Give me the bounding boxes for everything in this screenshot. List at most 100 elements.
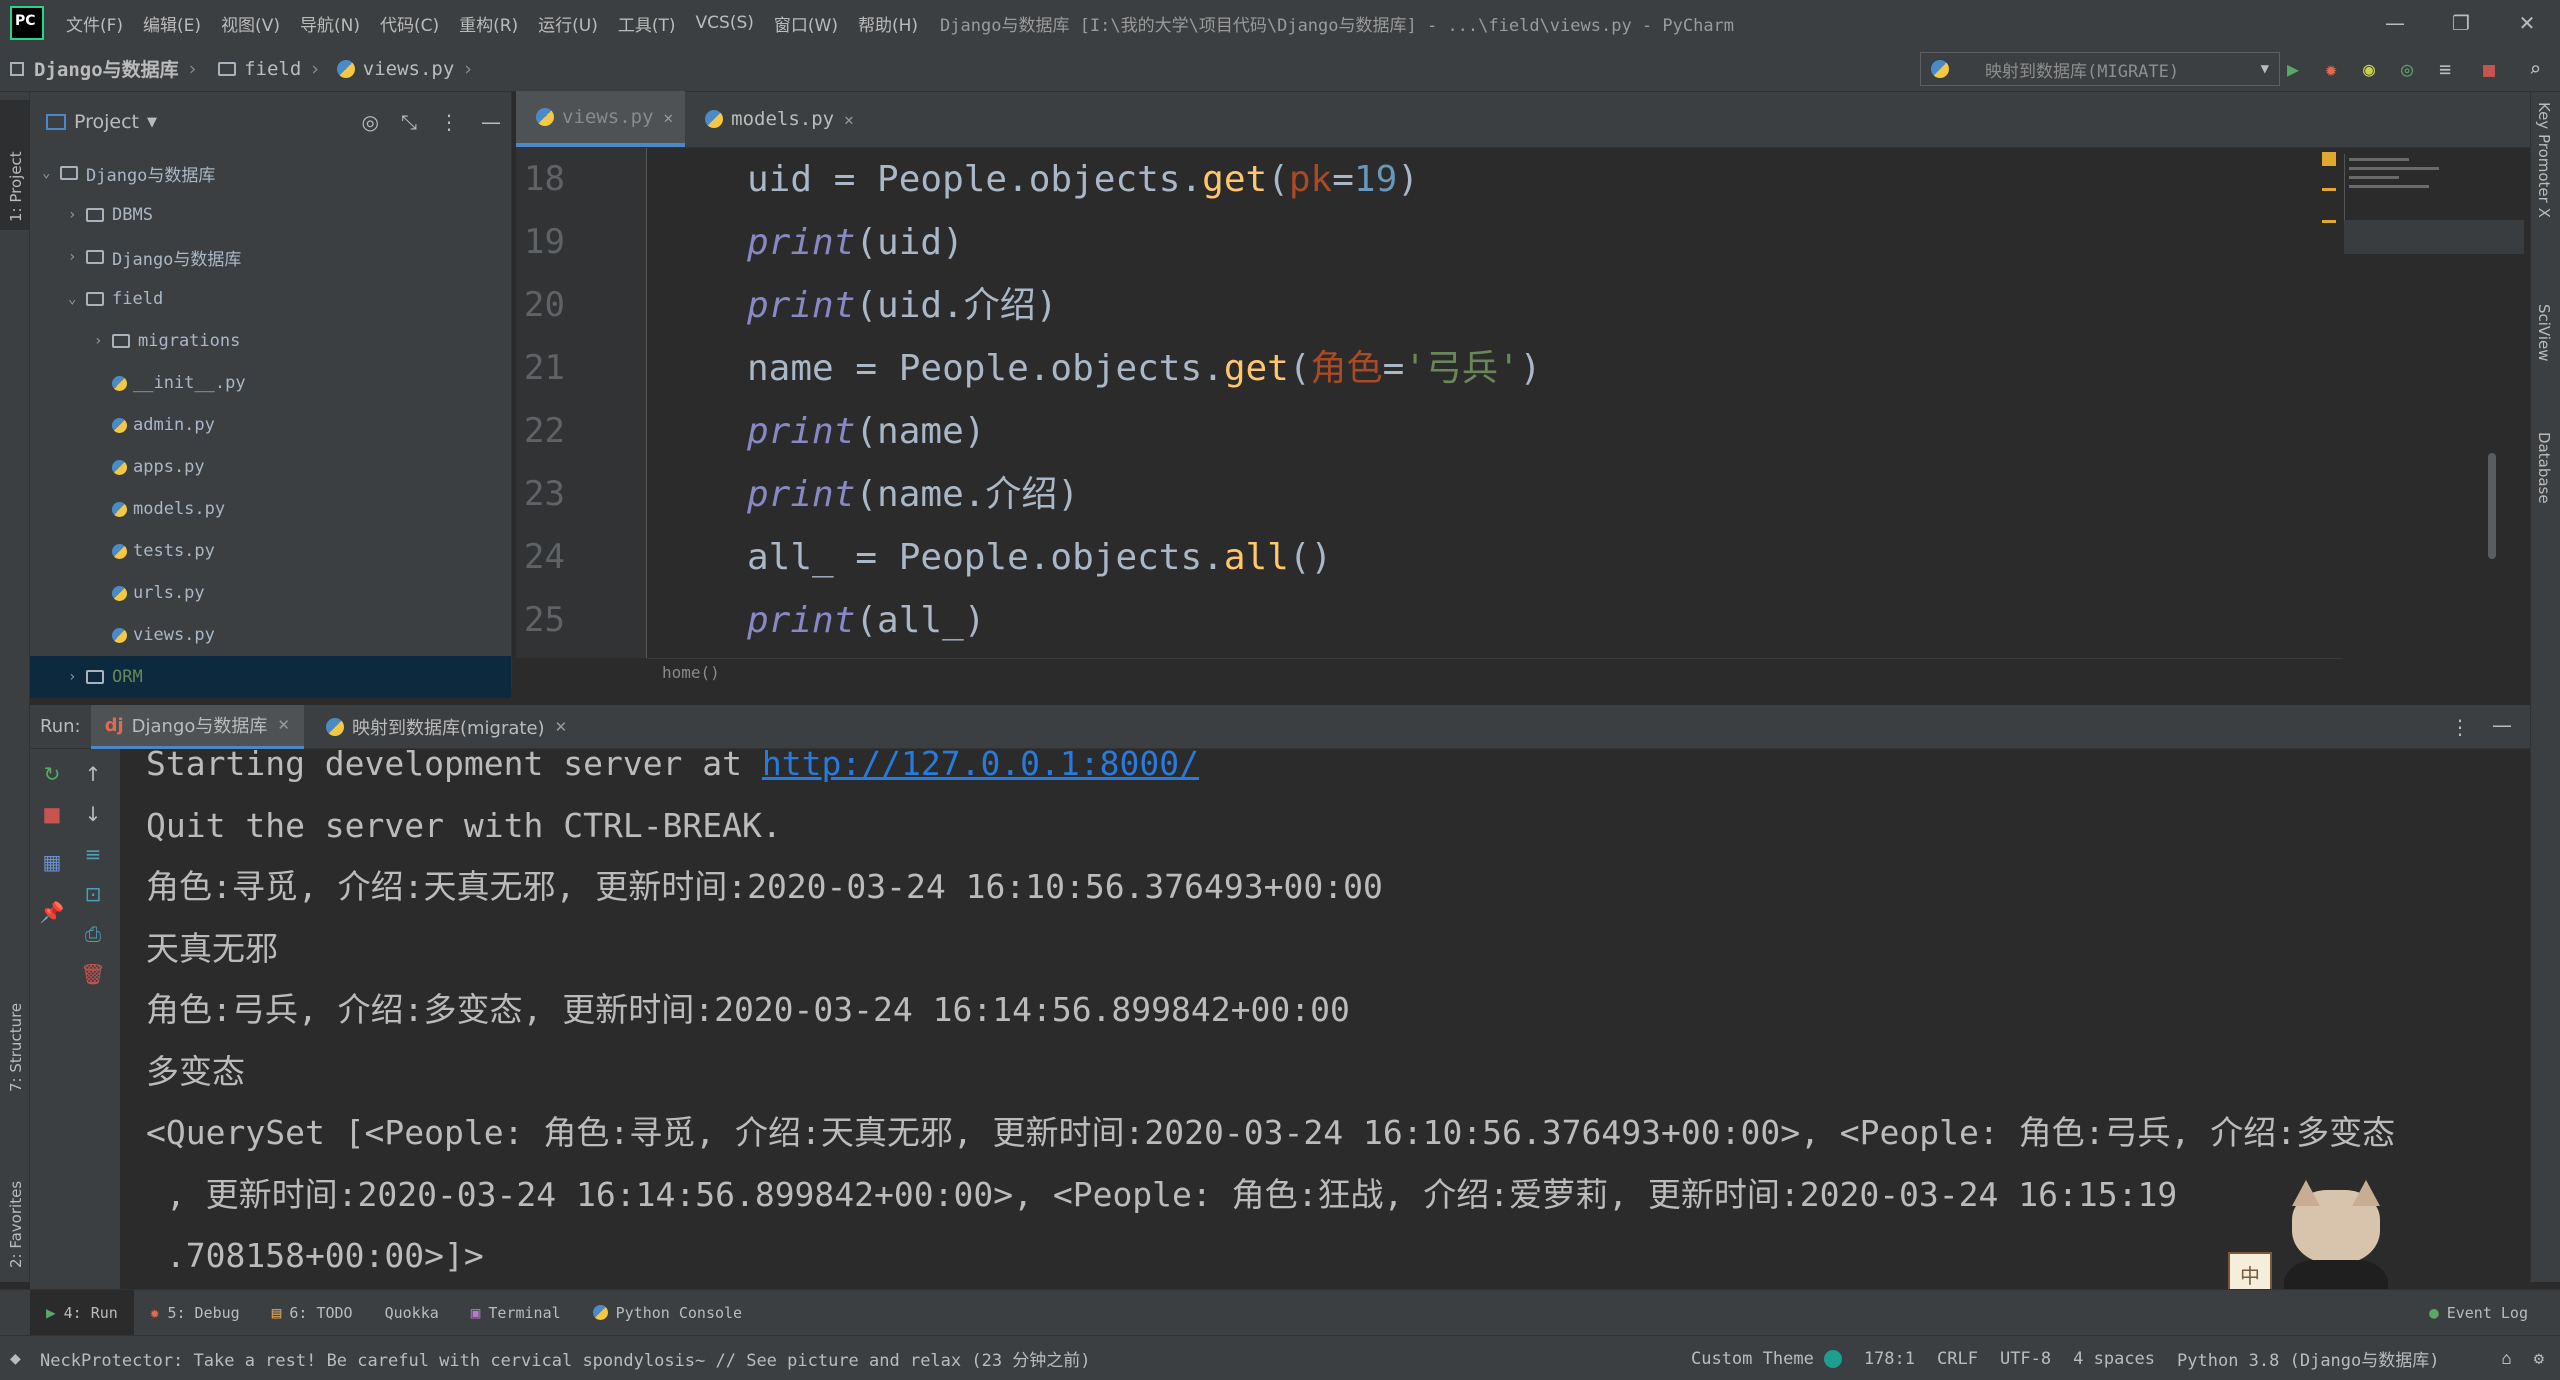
close-tab-icon[interactable]: ✕ [844, 110, 854, 129]
code-minimap[interactable] [2318, 148, 2530, 658]
stop-icon[interactable]: ■ [39, 801, 65, 827]
menu-view[interactable]: 视图(V) [211, 11, 290, 36]
soft-wrap-icon[interactable]: ≡ [80, 841, 106, 867]
editor-scrollbar[interactable] [2488, 453, 2496, 559]
chevron-right-icon[interactable]: › [94, 333, 110, 349]
clear-all-icon[interactable]: 🗑 [80, 961, 106, 987]
hide-panel-icon[interactable]: — [2492, 713, 2512, 737]
menu-tools[interactable]: 工具(T) [608, 11, 686, 36]
menu-navigate[interactable]: 导航(N) [290, 11, 370, 36]
tree-item[interactable]: ⌄ field [30, 278, 511, 320]
build-icon[interactable]: ≡ [2432, 56, 2458, 82]
tree-item[interactable]: › DBMS [30, 194, 511, 236]
python-console-tool-button[interactable]: Python Console [577, 1290, 758, 1336]
breadcrumb-folder[interactable]: field [244, 58, 301, 80]
hide-panel-icon[interactable]: — [481, 110, 501, 134]
tree-item[interactable]: › Django与数据库 [30, 236, 511, 278]
close-tab-icon[interactable]: ✕ [277, 716, 290, 734]
file-encoding[interactable]: UTF-8 [2000, 1349, 2051, 1369]
notifications-icon[interactable]: ⚙ [2534, 1349, 2544, 1369]
close-tab-icon[interactable]: ✕ [555, 718, 568, 736]
chevron-down-icon[interactable]: ⌄ [42, 165, 58, 181]
run-console-output[interactable]: Starting development server at http://12… [120, 749, 2530, 1289]
collapse-all-icon[interactable]: ⤡ [401, 110, 417, 134]
code-line[interactable]: print(name) [647, 400, 2326, 463]
search-icon[interactable]: ⌕ [2522, 56, 2548, 82]
scroll-to-end-icon[interactable]: ⊡ [80, 881, 106, 907]
coverage-icon[interactable]: ◉ [2356, 56, 2382, 82]
restore-button[interactable]: ❐ [2428, 0, 2494, 46]
tree-item[interactable]: ⌄ Django与数据库 [30, 152, 511, 194]
tree-item[interactable]: tests.py [30, 530, 511, 572]
close-tab-icon[interactable]: ✕ [664, 108, 674, 127]
chevron-down-icon[interactable]: ⌄ [68, 291, 84, 307]
profile-icon[interactable]: ◎ [2394, 56, 2420, 82]
more-options-icon[interactable]: ⋮ [439, 110, 459, 134]
tree-item[interactable]: views.py [30, 614, 511, 656]
tree-item[interactable]: › migrations [30, 320, 511, 362]
chevron-right-icon[interactable]: › [68, 207, 84, 223]
editor-breadcrumb[interactable]: home() [646, 658, 2342, 688]
run-tool-button[interactable]: ▶ 4: Run [30, 1289, 134, 1336]
caret-position[interactable]: 178:1 [1864, 1349, 1915, 1369]
project-panel-title[interactable]: Project [74, 111, 139, 133]
code-line[interactable]: name = People.objects.get(角色='弓兵') [647, 337, 2326, 400]
todo-tool-button[interactable]: ▤ 6: TODO [256, 1290, 369, 1336]
run-tab-migrate[interactable]: 映射到数据库(migrate) ✕ [304, 705, 581, 749]
theme-widget[interactable]: Custom Theme [1691, 1349, 1842, 1369]
debug-tool-button[interactable]: ✹ 5: Debug [134, 1290, 256, 1336]
menu-help[interactable]: 帮助(H) [848, 11, 928, 36]
quokka-tool-button[interactable]: Quokka [369, 1290, 455, 1336]
code-line[interactable]: all_ = People.objects.all() [647, 526, 2326, 589]
tab-models-py[interactable]: models.py ✕ [685, 91, 866, 147]
print-icon[interactable]: ⎙ [80, 921, 106, 947]
chevron-right-icon[interactable]: › [68, 249, 84, 265]
scroll-up-icon[interactable]: ↑ [80, 761, 106, 787]
code-line[interactable]: print(name.介绍) [647, 463, 2326, 526]
terminal-tool-button[interactable]: ▣ Terminal [455, 1290, 577, 1336]
stop-icon[interactable]: ■ [2476, 56, 2502, 82]
lock-icon[interactable]: ⌂ [2502, 1349, 2512, 1369]
minimize-button[interactable]: — [2362, 0, 2428, 46]
menu-edit[interactable]: 编辑(E) [133, 11, 211, 36]
server-url-link[interactable]: http://127.0.0.1:8000/ [762, 749, 1199, 783]
warning-stripe[interactable] [2322, 220, 2336, 223]
status-message[interactable]: NeckProtector: Take a rest! Be careful w… [0, 1346, 1091, 1371]
menu-window[interactable]: 窗口(W) [764, 11, 848, 36]
run-tab-django[interactable]: dj Django与数据库 ✕ [90, 704, 304, 749]
chevron-down-icon[interactable]: ▼ [147, 115, 157, 130]
layout-icon[interactable]: ▦ [39, 849, 65, 875]
warning-marker-icon[interactable] [2322, 152, 2336, 166]
scroll-down-icon[interactable]: ↓ [80, 801, 106, 827]
run-configuration-select[interactable]: 映射到数据库(MIGRATE) ▼ [1920, 52, 2280, 86]
minimap-viewport[interactable] [2344, 220, 2524, 254]
menu-vcs[interactable]: VCS(S) [686, 13, 764, 33]
status-info-icon[interactable]: ◆ [10, 1348, 21, 1369]
menu-run[interactable]: 运行(U) [528, 11, 608, 36]
project-tool-tab[interactable]: 1: Project [0, 100, 30, 230]
chevron-right-icon[interactable]: › [68, 669, 84, 685]
rerun-icon[interactable]: ↻ [39, 761, 65, 787]
tree-item[interactable]: urls.py [30, 572, 511, 614]
debug-icon[interactable]: ✹ [2318, 56, 2344, 82]
close-window-button[interactable]: ✕ [2494, 0, 2560, 46]
tree-item[interactable]: apps.py [30, 446, 511, 488]
database-tab[interactable]: Database [2535, 432, 2553, 504]
tree-item[interactable]: __init__.py [30, 362, 511, 404]
favorites-tool-tab[interactable]: 2: Favorites [0, 1132, 30, 1282]
code-line[interactable]: uid = People.objects.get(pk=19) [647, 148, 2326, 211]
tree-item[interactable]: › ORM [30, 656, 511, 698]
indent-setting[interactable]: 4 spaces [2073, 1349, 2155, 1369]
menu-code[interactable]: 代码(C) [370, 11, 449, 36]
tab-views-py[interactable]: views.py ✕ [516, 91, 686, 147]
pin-tab-icon[interactable]: 📌 [39, 899, 65, 925]
menu-refactor[interactable]: 重构(R) [449, 11, 528, 36]
code-editor[interactable]: uid = People.objects.get(pk=19) print(uid… [646, 148, 2326, 658]
breadcrumb-file[interactable]: views.py [363, 58, 455, 80]
tree-item[interactable]: models.py [30, 488, 511, 530]
structure-tool-tab[interactable]: 7: Structure [0, 972, 30, 1102]
breadcrumb-project[interactable]: Django与数据库 [34, 55, 179, 82]
tree-item[interactable]: admin.py [30, 404, 511, 446]
key-promoter-tab[interactable]: Key Promoter X [2535, 102, 2553, 218]
code-line[interactable]: print(all_) [647, 589, 2326, 652]
